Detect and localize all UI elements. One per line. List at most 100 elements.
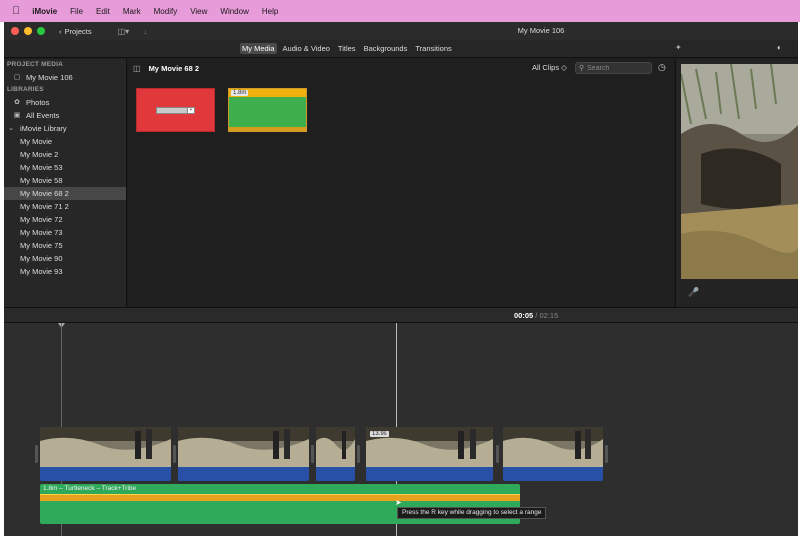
video-clip[interactable] [316, 427, 355, 481]
search-icon: ⚲ [579, 65, 585, 72]
sidebar-item-label: My Movie 90 [20, 254, 63, 263]
viewer: 🎤 [675, 59, 798, 307]
clip-duration-badge: 13.9s [370, 431, 389, 437]
clock-settings-icon[interactable]: ◷ [658, 62, 666, 73]
minimize-window-button[interactable] [24, 27, 32, 35]
menu-window[interactable]: Window [220, 7, 248, 16]
clip-trim-handle[interactable] [496, 445, 499, 463]
browser-title: My Movie 68 2 [148, 63, 200, 73]
total-time: 02:15 [539, 311, 559, 320]
audio-waveform [40, 495, 520, 501]
clip-trim-handle[interactable] [173, 445, 176, 463]
import-arrow-icon[interactable]: ↓ [143, 27, 147, 36]
imovie-window: ‹ Projects ◫▾ ↓ My Movie 106 My Media Au… [4, 22, 798, 536]
video-clip[interactable] [503, 427, 603, 481]
menu-edit[interactable]: Edit [96, 7, 110, 16]
sidebar-item-event[interactable]: My Movie 68 2 [4, 187, 126, 200]
search-input[interactable] [587, 64, 648, 72]
tab-audio-video[interactable]: Audio & Video [281, 43, 332, 54]
close-window-button[interactable] [11, 27, 19, 35]
window-controls [11, 27, 45, 35]
audio-clip-thumbnail[interactable]: 1.8m [228, 88, 307, 132]
color-balance-icon[interactable]: ◐ [777, 43, 782, 52]
sidebar-item-event[interactable]: My Movie 93 [4, 265, 126, 278]
sidebar-toggle-icon[interactable]: ◫ [133, 64, 141, 73]
zoom-window-button[interactable] [37, 27, 45, 35]
search-box[interactable]: ⚲ [575, 62, 652, 74]
sidebar-item-event[interactable]: My Movie 75 [4, 239, 126, 252]
media-browser: ◫ My Movie 68 2 All Clips ◇ ⚲ ◷ + 1.8m [128, 59, 674, 307]
menu-bar:  iMovie File Edit Mark Modify View Wind… [0, 0, 800, 22]
audio-clip-label: 1.8m – Turtleneck – Track+Tribe [43, 485, 137, 492]
tab-titles[interactable]: Titles [336, 43, 358, 54]
time-separator: / [535, 311, 538, 320]
clip-trim-handle[interactable] [357, 445, 360, 463]
menu-view[interactable]: View [190, 7, 207, 16]
sidebar-item-label: My Movie 93 [20, 267, 63, 276]
libraries-sidebar: PROJECT MEDIA ▢ My Movie 106 LIBRARIES ✿… [4, 59, 127, 307]
sidebar-item-event[interactable]: My Movie 53 [4, 161, 126, 174]
menu-file[interactable]: File [70, 7, 83, 16]
sidebar-item-label: My Movie 2 [20, 150, 59, 159]
sidebar-item-label: My Movie 53 [20, 163, 63, 172]
sidebar-item-project[interactable]: ▢ My Movie 106 [4, 71, 126, 84]
sidebar-item-label: My Movie 72 [20, 215, 63, 224]
projects-back-button[interactable]: ‹ Projects [59, 27, 92, 36]
sidebar-item-event[interactable]: My Movie 73 [4, 226, 126, 239]
tab-my-media[interactable]: My Media [240, 43, 277, 54]
sidebar-item-imovie-library[interactable]: ⌄ iMovie Library [4, 122, 126, 135]
clip-trim-handle[interactable] [311, 445, 314, 463]
microphone-icon[interactable]: 🎤 [688, 287, 699, 298]
tab-backgrounds[interactable]: Backgrounds [362, 43, 410, 54]
menu-imovie[interactable]: iMovie [32, 7, 57, 16]
project-media-header: PROJECT MEDIA [7, 61, 64, 68]
events-icon: ▣ [13, 112, 21, 119]
menu-help[interactable]: Help [262, 7, 278, 16]
menu-mark[interactable]: Mark [123, 7, 141, 16]
sidebar-item-event[interactable]: My Movie [4, 135, 126, 148]
timeline[interactable]: 13.9s 1.8m – Turtleneck – Track+Tribe ➤ … [4, 323, 798, 536]
libraries-header: LIBRARIES [7, 86, 44, 93]
title-bar: ‹ Projects ◫▾ ↓ My Movie 106 [4, 22, 798, 40]
clip-thumbnail [503, 427, 603, 467]
sidebar-item-label: Photos [26, 98, 50, 107]
sidebar-item-label: My Movie 68 2 [20, 189, 69, 198]
clip-filter-select[interactable]: All Clips ◇ [532, 63, 567, 72]
sidebar-item-label: My Movie 71 2 [20, 202, 69, 211]
menu-modify[interactable]: Modify [154, 7, 178, 16]
sidebar-item-all-events[interactable]: ▣ All Events [4, 109, 126, 122]
event-list: My Movie My Movie 2 My Movie 53 My Movie 58… [4, 135, 126, 278]
sidebar-item-event[interactable]: My Movie 2 [4, 148, 126, 161]
sidebar-item-label: My Movie [20, 137, 53, 146]
clip-trim-handle[interactable] [35, 445, 38, 463]
tab-transitions[interactable]: Transitions [413, 43, 453, 54]
sidebar-item-label: My Movie 106 [26, 73, 73, 82]
current-time: 00:05 [514, 311, 534, 320]
sidebar-item-event[interactable]: My Movie 72 [4, 213, 126, 226]
timeline-header: 00:05 / 02:15 [4, 307, 798, 323]
magic-wand-icon[interactable]: ✦ [675, 43, 682, 52]
disclosure-triangle-icon[interactable]: ⌄ [6, 122, 16, 135]
sidebar-item-event[interactable]: My Movie 90 [4, 252, 126, 265]
video-clip[interactable] [178, 427, 309, 481]
sidebar-item-event[interactable]: My Movie 58 [4, 174, 126, 187]
timecode-display: 00:05 / 02:15 [514, 311, 558, 320]
sidebar-item-event[interactable]: My Movie 71 2 [4, 200, 126, 213]
viewer-preview-image [681, 64, 798, 279]
sidebar-item-label: My Movie 75 [20, 241, 63, 250]
title-clip-thumbnail[interactable]: + [136, 88, 215, 132]
sidebar-item-label: All Events [26, 111, 60, 120]
filmstrip-menu-icon[interactable]: ◫▾ [118, 27, 130, 36]
video-clip[interactable] [40, 427, 171, 481]
title-placeholder: + [156, 107, 195, 114]
clip-duration-badge: 1.8m [231, 90, 249, 96]
sidebar-item-label: My Movie 73 [20, 228, 63, 237]
media-tab-bar: My Media Audio & Video Titles Background… [4, 40, 798, 58]
projects-label: Projects [64, 26, 92, 36]
apple-icon[interactable]:  [12, 5, 20, 17]
clip-thumbnail [178, 427, 309, 467]
clip-trim-handle[interactable] [605, 445, 608, 463]
plus-icon: + [187, 107, 195, 114]
range-tooltip: Press the R key while dragging to select… [397, 507, 547, 519]
sidebar-item-photos[interactable]: ✿ Photos [4, 96, 126, 109]
